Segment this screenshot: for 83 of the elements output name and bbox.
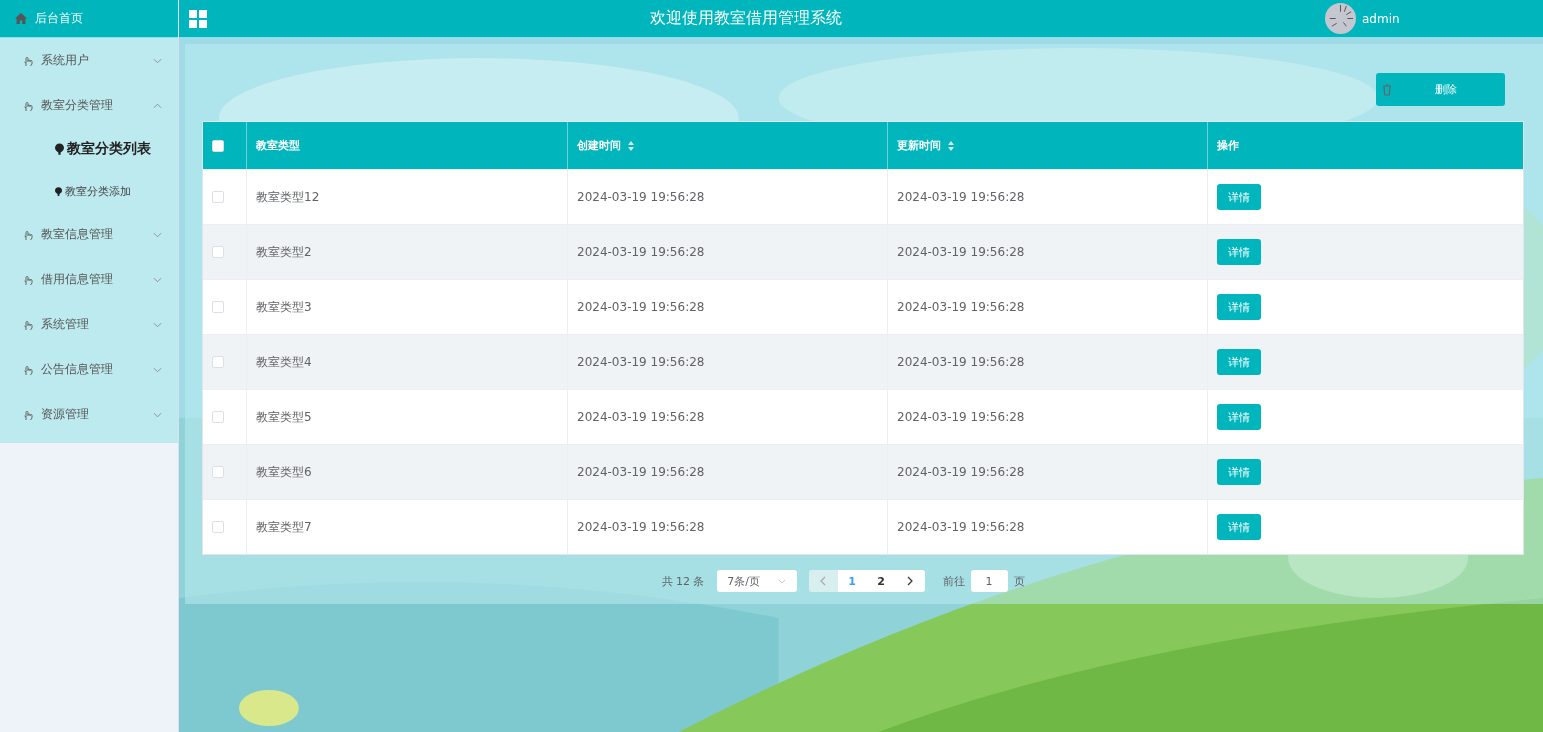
- table-cell: 教室类型12: [256, 188, 320, 206]
- table-cell: 2024-03-19 19:56:28: [577, 520, 705, 534]
- table-row[interactable]: 教室类型2 2024-03-19 19:56:28 2024-03-19 19:56:28 详情: [203, 224, 1523, 279]
- goto-page-field[interactable]: 1: [970, 570, 1008, 592]
- table-cell: 2024-03-19 19:56:28: [897, 245, 1025, 259]
- submenu-item[interactable]: 教室分类添加: [0, 170, 178, 212]
- sort-icon[interactable]: [947, 139, 955, 152]
- sort-icon[interactable]: [627, 139, 635, 152]
- hand-icon: [23, 363, 33, 376]
- table-cell: 2024-03-19 19:56:28: [577, 245, 705, 259]
- chevron-icon: [153, 231, 162, 238]
- chevron-icon: [153, 102, 162, 109]
- table-cell: 教室类型5: [256, 408, 312, 426]
- pin-icon: [55, 186, 62, 196]
- table-row[interactable]: 教室类型7 2024-03-19 19:56:28 2024-03-19 19:56:28 详情: [203, 499, 1523, 554]
- hand-icon: [23, 318, 33, 331]
- trash-icon: [1382, 83, 1392, 96]
- menu-item[interactable]: 系统用户: [0, 38, 178, 83]
- menu-item[interactable]: 资源管理: [0, 392, 178, 437]
- table-cell: 2024-03-19 19:56:28: [897, 355, 1025, 369]
- page-number[interactable]: 2: [866, 570, 896, 592]
- menu-item[interactable]: 借用信息管理: [0, 257, 178, 302]
- menu-item[interactable]: 教室分类管理: [0, 83, 178, 128]
- page-title: 欢迎使用教室借用管理系统: [649, 8, 843, 29]
- grid-menu-icon[interactable]: [189, 9, 207, 28]
- chevron-icon: [153, 411, 162, 418]
- chevron-icon: [153, 321, 162, 328]
- chevron-icon: [153, 276, 162, 283]
- table-cell: 2024-03-19 19:56:28: [577, 300, 705, 314]
- chevron-right-icon: [907, 576, 913, 586]
- table-cell: 2024-03-19 19:56:28: [897, 300, 1025, 314]
- table-cell: 教室类型6: [256, 463, 312, 481]
- table-cell: 2024-03-19 19:56:28: [897, 410, 1025, 424]
- page-suffix: 页: [1013, 573, 1025, 589]
- table-cell: 2024-03-19 19:56:28: [577, 355, 705, 369]
- page-size-select[interactable]: 7条/页: [716, 570, 797, 592]
- table-cell: 教室类型4: [256, 353, 312, 371]
- chevron-icon: [153, 57, 162, 64]
- pin-icon: [55, 143, 64, 155]
- hand-icon: [23, 273, 33, 286]
- table-cell: 2024-03-19 19:56:28: [897, 520, 1025, 534]
- next-page-button[interactable]: [895, 570, 925, 592]
- row-checkbox[interactable]: [212, 521, 224, 533]
- menu-item[interactable]: 公告信息管理: [0, 347, 178, 392]
- hand-icon: [23, 54, 33, 67]
- table-cell: 2024-03-19 19:56:28: [577, 410, 705, 424]
- chevron-icon: [153, 366, 162, 373]
- table-cell: 教室类型2: [256, 243, 312, 261]
- row-checkbox[interactable]: [212, 191, 224, 203]
- submenu-item[interactable]: 教室分类列表: [0, 128, 178, 170]
- table-row[interactable]: 教室类型12 2024-03-19 19:56:28 2024-03-19 19:56:28 详情: [203, 169, 1523, 224]
- table-cell: 2024-03-19 19:56:28: [897, 190, 1025, 204]
- table-row[interactable]: 教室类型3 2024-03-19 19:56:28 2024-03-19 19:56:28 详情: [203, 279, 1523, 334]
- column-header: 创建时间: [577, 138, 621, 153]
- prev-page-button[interactable]: [808, 570, 838, 592]
- chevron-left-icon: [820, 576, 826, 586]
- table-cell: 教室类型7: [256, 518, 312, 536]
- row-checkbox[interactable]: [212, 411, 224, 423]
- row-checkbox[interactable]: [212, 246, 224, 258]
- hand-icon: [23, 228, 33, 241]
- chevron-icon: [777, 578, 786, 584]
- goto-label: 前往: [942, 573, 965, 589]
- column-header: 教室类型: [256, 138, 300, 153]
- home-icon: [15, 13, 27, 24]
- total-count: 共 12 条: [661, 573, 705, 589]
- hand-icon: [23, 99, 33, 112]
- table-cell: 2024-03-19 19:56:28: [577, 190, 705, 204]
- table-cell: 2024-03-19 19:56:28: [577, 465, 705, 479]
- table-cell: 2024-03-19 19:56:28: [897, 465, 1025, 479]
- table-row[interactable]: 教室类型5 2024-03-19 19:56:28 2024-03-19 19:56:28 详情: [203, 389, 1523, 444]
- column-header: 操作: [1217, 138, 1239, 153]
- menu-item[interactable]: 教室信息管理: [0, 212, 178, 257]
- hand-icon: [23, 408, 33, 421]
- avatar[interactable]: [1325, 3, 1356, 34]
- select-all-checkbox[interactable]: [212, 139, 224, 152]
- menu-item[interactable]: 系统管理: [0, 302, 178, 347]
- table-cell: 教室类型3: [256, 298, 312, 316]
- row-checkbox[interactable]: [212, 301, 224, 313]
- table-row[interactable]: 教室类型4 2024-03-19 19:56:28 2024-03-19 19:56:28 详情: [203, 334, 1523, 389]
- column-header: 更新时间: [897, 138, 941, 153]
- row-checkbox[interactable]: [212, 466, 224, 478]
- table-row[interactable]: 教室类型6 2024-03-19 19:56:28 2024-03-19 19:56:28 详情: [203, 444, 1523, 499]
- row-checkbox[interactable]: [212, 356, 224, 368]
